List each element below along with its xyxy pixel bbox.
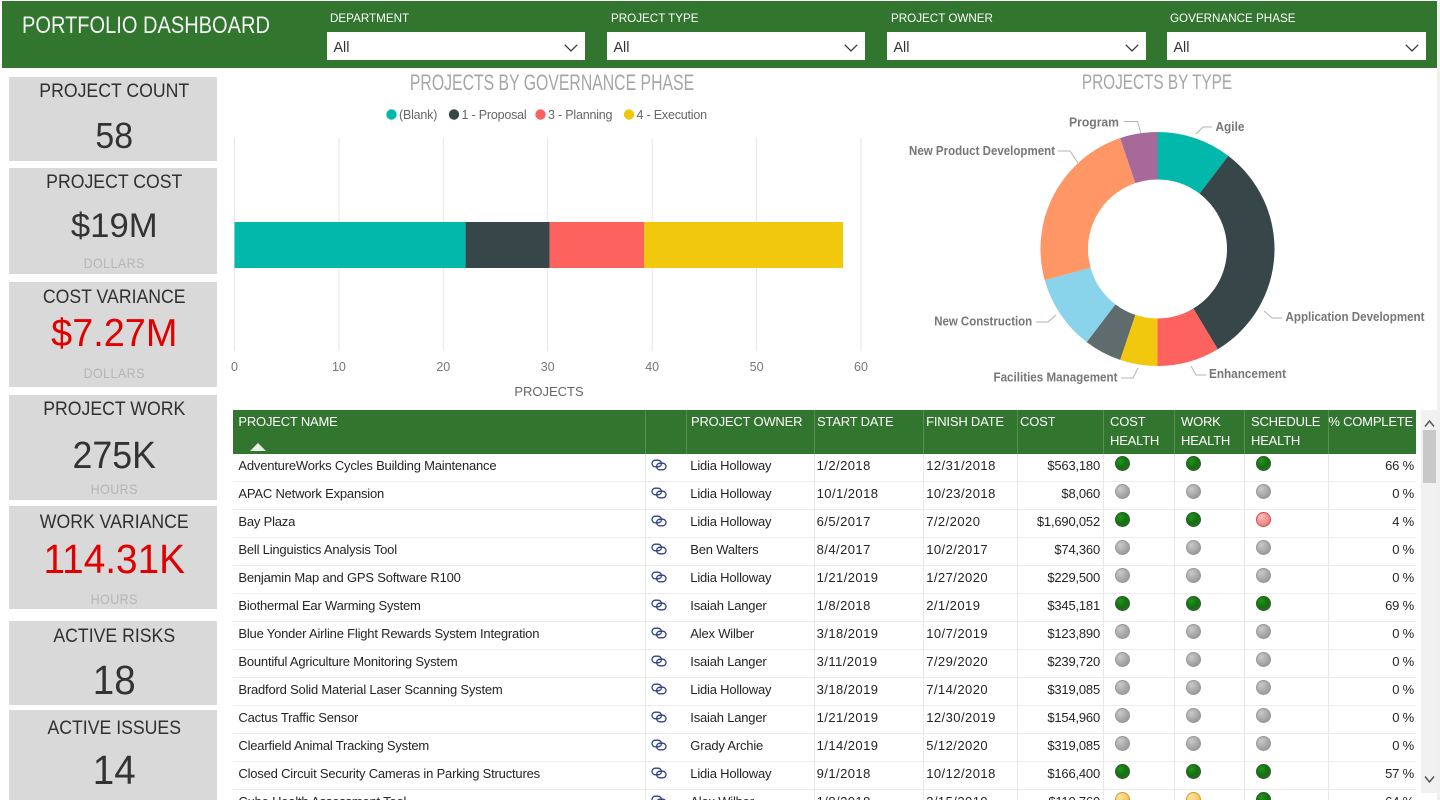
svg-text:20: 20 (436, 360, 450, 374)
svg-text:Facilities Management: Facilities Management (994, 369, 1119, 384)
svg-text:Program: Program (1069, 115, 1119, 130)
svg-text:1 - Proposal: 1 - Proposal (462, 108, 527, 122)
svg-text:10: 10 (332, 360, 346, 374)
svg-text:PROJECTS: PROJECTS (514, 384, 584, 399)
svg-text:New Construction: New Construction (934, 314, 1032, 329)
svg-text:Agile: Agile (1216, 119, 1245, 134)
svg-text:(Blank): (Blank) (399, 108, 437, 122)
svg-text:Application Development: Application Development (1286, 309, 1426, 324)
svg-text:0: 0 (231, 360, 238, 374)
svg-text:30: 30 (541, 360, 555, 374)
svg-text:Enhancement: Enhancement (1209, 366, 1287, 381)
svg-text:New Product Development: New Product Development (909, 143, 1056, 158)
svg-text:3 - Planning: 3 - Planning (548, 108, 613, 122)
svg-text:50: 50 (750, 360, 764, 374)
svg-text:40: 40 (645, 360, 659, 374)
svg-text:4 - Execution: 4 - Execution (637, 108, 708, 122)
svg-text:60: 60 (854, 360, 868, 374)
